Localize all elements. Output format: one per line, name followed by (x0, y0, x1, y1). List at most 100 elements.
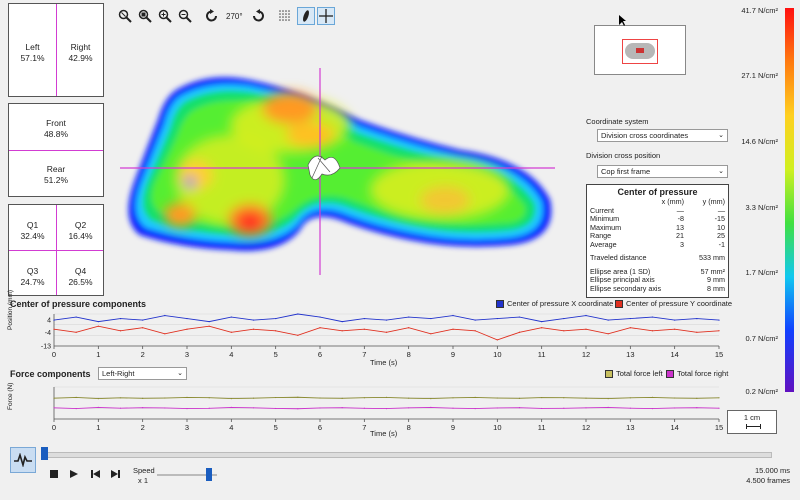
q1-label: Q1 32.4% (20, 220, 45, 241)
timeline-handle[interactable] (41, 447, 48, 460)
data-point (674, 397, 676, 399)
data-point (230, 316, 232, 318)
crosshair-icon[interactable] (317, 7, 335, 25)
left-right-panel: Left 57.1% Right 42.9% (8, 3, 104, 97)
skip-back-button[interactable] (91, 470, 100, 481)
data-point (385, 408, 388, 410)
data-point (496, 339, 498, 341)
data-point (629, 327, 631, 329)
data-point (474, 396, 476, 398)
x-tick-label: 4 (229, 350, 233, 359)
data-point (319, 407, 321, 409)
legend-cop-x: Center of pressure X coordinate (496, 299, 613, 308)
data-point (53, 328, 55, 330)
data-point (252, 407, 255, 409)
play-button[interactable] (70, 470, 78, 481)
data-point (563, 317, 565, 320)
x-tick-label: 14 (670, 350, 678, 359)
data-point (585, 407, 587, 409)
data-point (53, 397, 55, 399)
waveform-toggle-button[interactable] (10, 447, 36, 473)
division-cross-label: Division cross position (586, 151, 661, 160)
data-point (142, 327, 144, 329)
chevron-down-icon: ⌄ (177, 370, 183, 377)
x-tick-label: 1 (96, 423, 100, 432)
y-tick-label: -13 (41, 344, 51, 351)
x-tick-label: 2 (141, 423, 145, 432)
data-point (97, 406, 99, 408)
data-point (541, 327, 543, 329)
left-label: Left 57.1% (20, 42, 45, 63)
data-point (230, 406, 232, 408)
thumbnail-preview[interactable] (594, 25, 686, 75)
data-point (297, 408, 299, 410)
data-point (53, 407, 55, 409)
cop-chart-title: Center of pressure components (10, 299, 147, 309)
scale-label-6: 0.2 N/cm² (745, 387, 778, 396)
force-components-select[interactable]: Left-Right ⌄ (98, 367, 187, 380)
pressure-map[interactable] (110, 60, 570, 275)
speed-slider-handle[interactable] (206, 468, 212, 481)
x-tick-label: 14 (670, 423, 678, 432)
data-point (297, 396, 299, 398)
data-point (208, 407, 210, 409)
data-point (119, 407, 122, 409)
stop-button[interactable] (50, 470, 58, 481)
x-tick-label: 0 (52, 423, 56, 432)
zoom-area-icon[interactable] (136, 7, 154, 25)
data-point (674, 328, 676, 330)
data-point (385, 319, 388, 321)
data-point (164, 314, 166, 317)
data-point (430, 398, 432, 400)
x-tick-label: 7 (362, 350, 366, 359)
data-point (363, 317, 365, 320)
zoom-fit-icon[interactable] (116, 7, 134, 25)
data-point (474, 319, 476, 321)
data-point (585, 314, 587, 317)
scale-label-2: 14.6 N/cm² (741, 137, 778, 146)
data-point (696, 407, 698, 409)
legend-cop-y: Center of pressure Y coordinate (615, 299, 732, 308)
coordinate-system-select[interactable]: Division cross coordinates ⌄ (597, 129, 728, 142)
data-point (674, 319, 676, 321)
data-point (275, 330, 277, 332)
skip-forward-button[interactable] (111, 470, 120, 481)
data-point (252, 397, 255, 399)
footprint-icon[interactable] (297, 7, 315, 25)
rotate-right-icon[interactable] (249, 7, 267, 25)
chevron-down-icon: ⌄ (718, 168, 724, 175)
waveform-icon (14, 453, 32, 467)
data-point (186, 396, 188, 398)
timeline-track[interactable] (42, 452, 772, 458)
data-point (651, 408, 654, 410)
data-point (252, 319, 255, 321)
data-point (408, 407, 410, 409)
data-point (408, 327, 410, 329)
scale-label-1: 27.1 N/cm² (741, 71, 778, 80)
data-point (208, 325, 210, 327)
data-point (341, 397, 343, 399)
data-point (496, 407, 498, 409)
zoom-in-icon[interactable] (156, 7, 174, 25)
data-point (341, 407, 343, 409)
data-point (430, 317, 432, 320)
y-tick-label: 4 (47, 318, 51, 325)
data-point (629, 407, 631, 409)
data-point (607, 398, 609, 400)
force-ylabel: Force (N) (7, 382, 14, 410)
data-point (674, 407, 676, 409)
data-point (430, 406, 432, 408)
cop-ylabel: Position (mm) (7, 289, 14, 330)
rotate-left-icon[interactable] (203, 7, 221, 25)
quadrant-panel: Q1 32.4% Q2 16.4% Q3 24.7% Q4 26.5% (8, 204, 104, 296)
data-point (474, 330, 476, 332)
division-cross-select[interactable]: Cop first frame ⌄ (597, 165, 728, 178)
grid-icon[interactable] (276, 7, 294, 25)
data-point (718, 319, 720, 321)
data-point (408, 397, 410, 399)
data-point (97, 325, 99, 327)
x-tick-label: 15 (715, 423, 723, 432)
zoom-out-icon[interactable] (176, 7, 194, 25)
x-tick-label: 12 (582, 423, 590, 432)
data-point (164, 407, 166, 409)
